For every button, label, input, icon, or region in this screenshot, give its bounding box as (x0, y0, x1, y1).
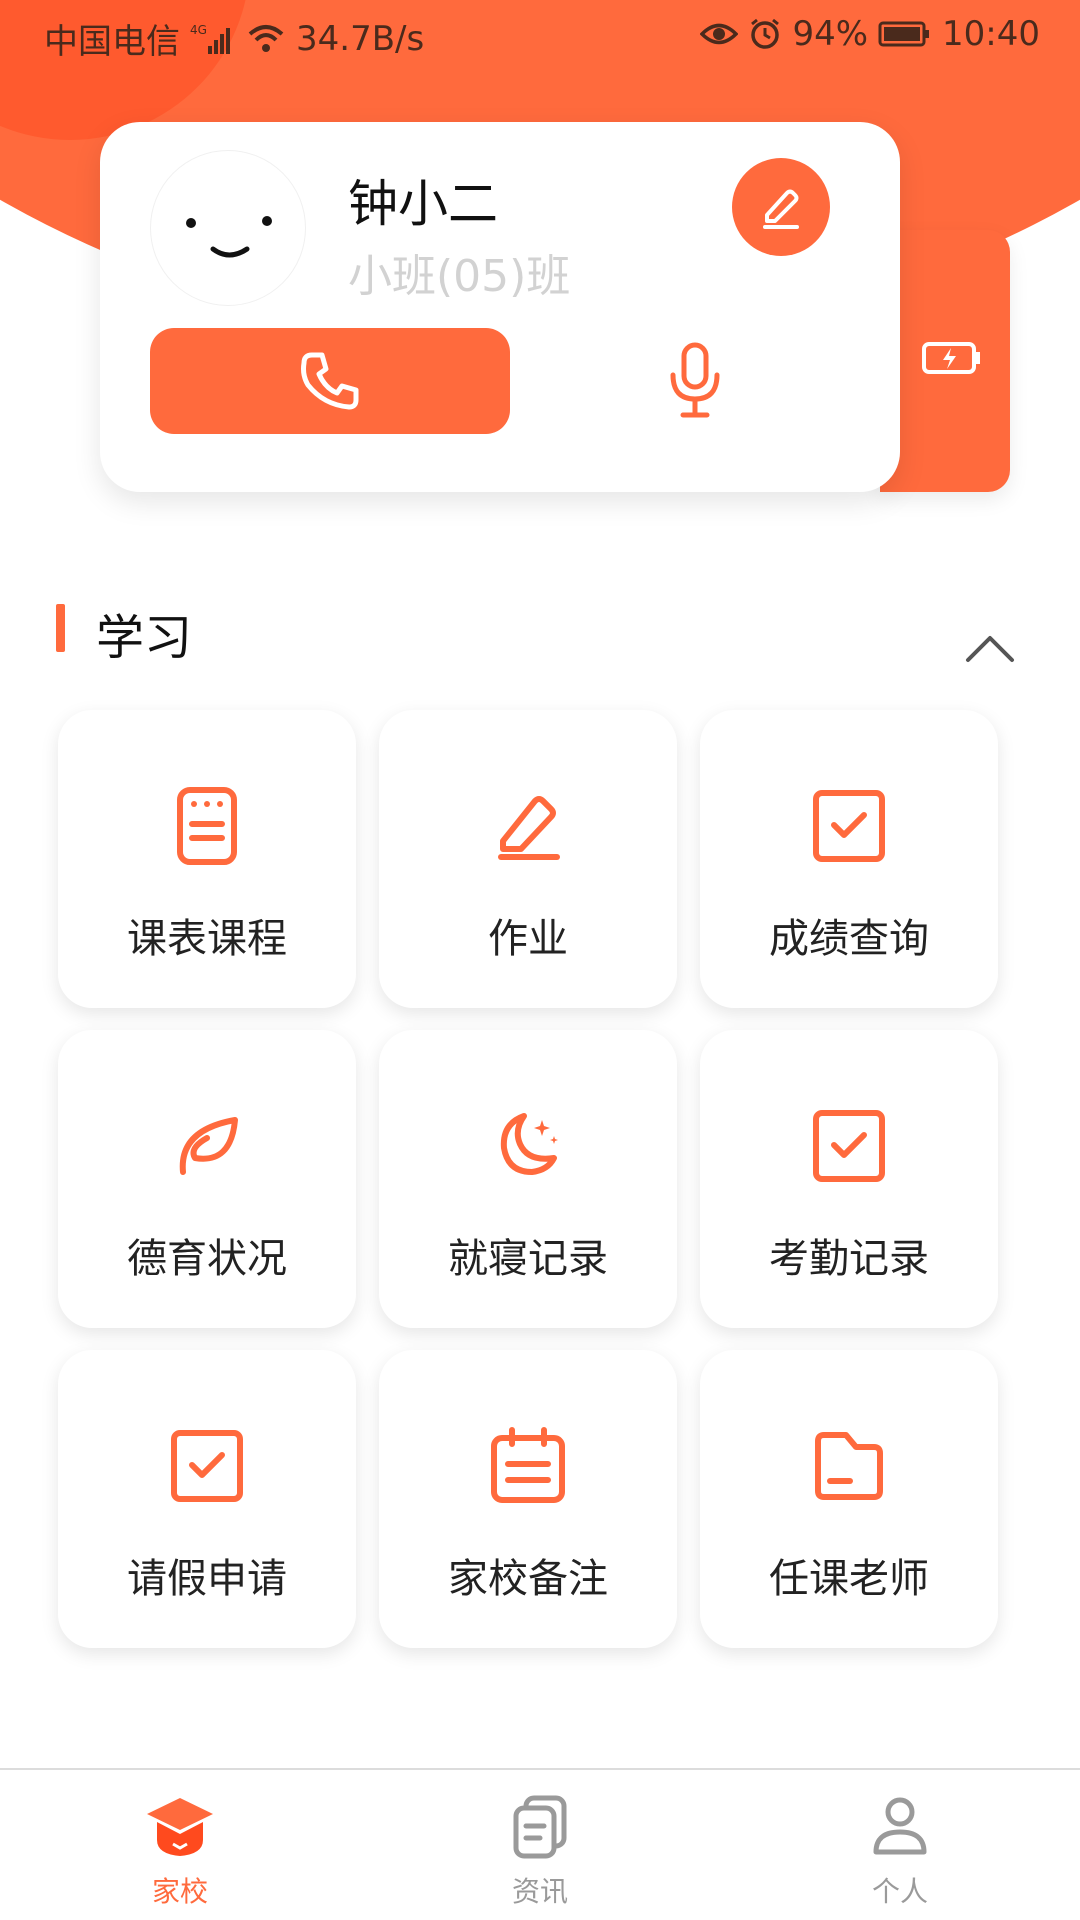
tile-moral-education[interactable]: 德育状况 (58, 1030, 356, 1328)
profile-card: 钟小二 小班(05)班 (100, 122, 900, 492)
calendar-icon (486, 1424, 570, 1508)
moon-icon (486, 1104, 570, 1188)
tile-label: 就寝记录 (448, 1236, 608, 1282)
wifi-icon (246, 22, 286, 56)
nav-item-personal[interactable]: 个人 (800, 1770, 1000, 1920)
alarm-icon (748, 17, 782, 51)
leaf-icon (165, 1104, 249, 1188)
chevron-up-icon (966, 636, 1014, 662)
battery-percent: 94% (792, 14, 869, 54)
tile-teachers[interactable]: 任课老师 (700, 1350, 998, 1648)
clock: 10:40 (942, 14, 1040, 54)
signal-icon: 4G (190, 22, 236, 56)
nav-item-home-school[interactable]: 家校 (80, 1770, 280, 1920)
carrier-label: 中国电信 (44, 22, 180, 62)
tile-label: 家校备注 (448, 1556, 608, 1602)
avatar[interactable] (150, 150, 306, 306)
tile-attendance[interactable]: 考勤记录 (700, 1030, 998, 1328)
checkbox-icon (165, 1424, 249, 1508)
tile-leave-request[interactable]: 请假申请 (58, 1350, 356, 1648)
pencil-icon (486, 784, 570, 868)
network-speed: 34.7B/s (296, 18, 425, 59)
edit-profile-button[interactable] (732, 158, 830, 256)
graduation-cap-icon (143, 1794, 217, 1864)
tile-label: 成绩查询 (769, 916, 929, 962)
nav-item-news[interactable]: 资讯 (440, 1770, 640, 1920)
edit-pencil-icon (763, 189, 799, 229)
class-name: 小班(05)班 (348, 251, 571, 302)
bottom-nav: 家校 资讯 个人 (0, 1768, 1080, 1920)
network-type: 4G (190, 23, 207, 37)
student-name: 钟小二 (348, 175, 498, 233)
tile-schedule[interactable]: 课表课程 (58, 710, 356, 1008)
nav-label: 个人 (871, 1875, 928, 1908)
tile-label: 请假申请 (127, 1556, 287, 1602)
microphone-icon (670, 342, 720, 418)
smiley-face-icon (186, 216, 272, 258)
call-button[interactable] (150, 328, 510, 434)
battery-icon (878, 20, 932, 48)
nav-label: 资讯 (511, 1875, 568, 1908)
tile-grades[interactable]: 成绩查询 (700, 710, 998, 1008)
schedule-icon (165, 784, 249, 868)
folder-icon (807, 1424, 891, 1508)
section-title: 学习 (96, 610, 193, 666)
document-icon (510, 1794, 570, 1864)
tile-sleep-records[interactable]: 就寝记录 (379, 1030, 677, 1328)
section-marker (56, 604, 65, 652)
tile-label: 任课老师 (769, 1556, 929, 1602)
tile-label: 课表课程 (127, 916, 287, 962)
battery-charging-icon (920, 338, 984, 382)
eye-icon (700, 19, 739, 49)
tile-label: 作业 (488, 916, 568, 962)
nav-label: 家校 (151, 1875, 208, 1908)
checkbox-icon (807, 784, 891, 868)
person-icon (868, 1794, 932, 1862)
status-bar: 中国电信 4G 34.7B/s 94% 10:40 (0, 0, 1080, 76)
tile-home-school-notes[interactable]: 家校备注 (379, 1350, 677, 1648)
phone-icon (301, 352, 359, 410)
collapse-toggle[interactable] (962, 632, 1018, 670)
tile-homework[interactable]: 作业 (379, 710, 677, 1008)
checkbox-icon (807, 1104, 891, 1188)
tile-label: 德育状况 (127, 1236, 287, 1282)
voice-button[interactable] (640, 328, 750, 434)
tile-label: 考勤记录 (769, 1236, 929, 1282)
